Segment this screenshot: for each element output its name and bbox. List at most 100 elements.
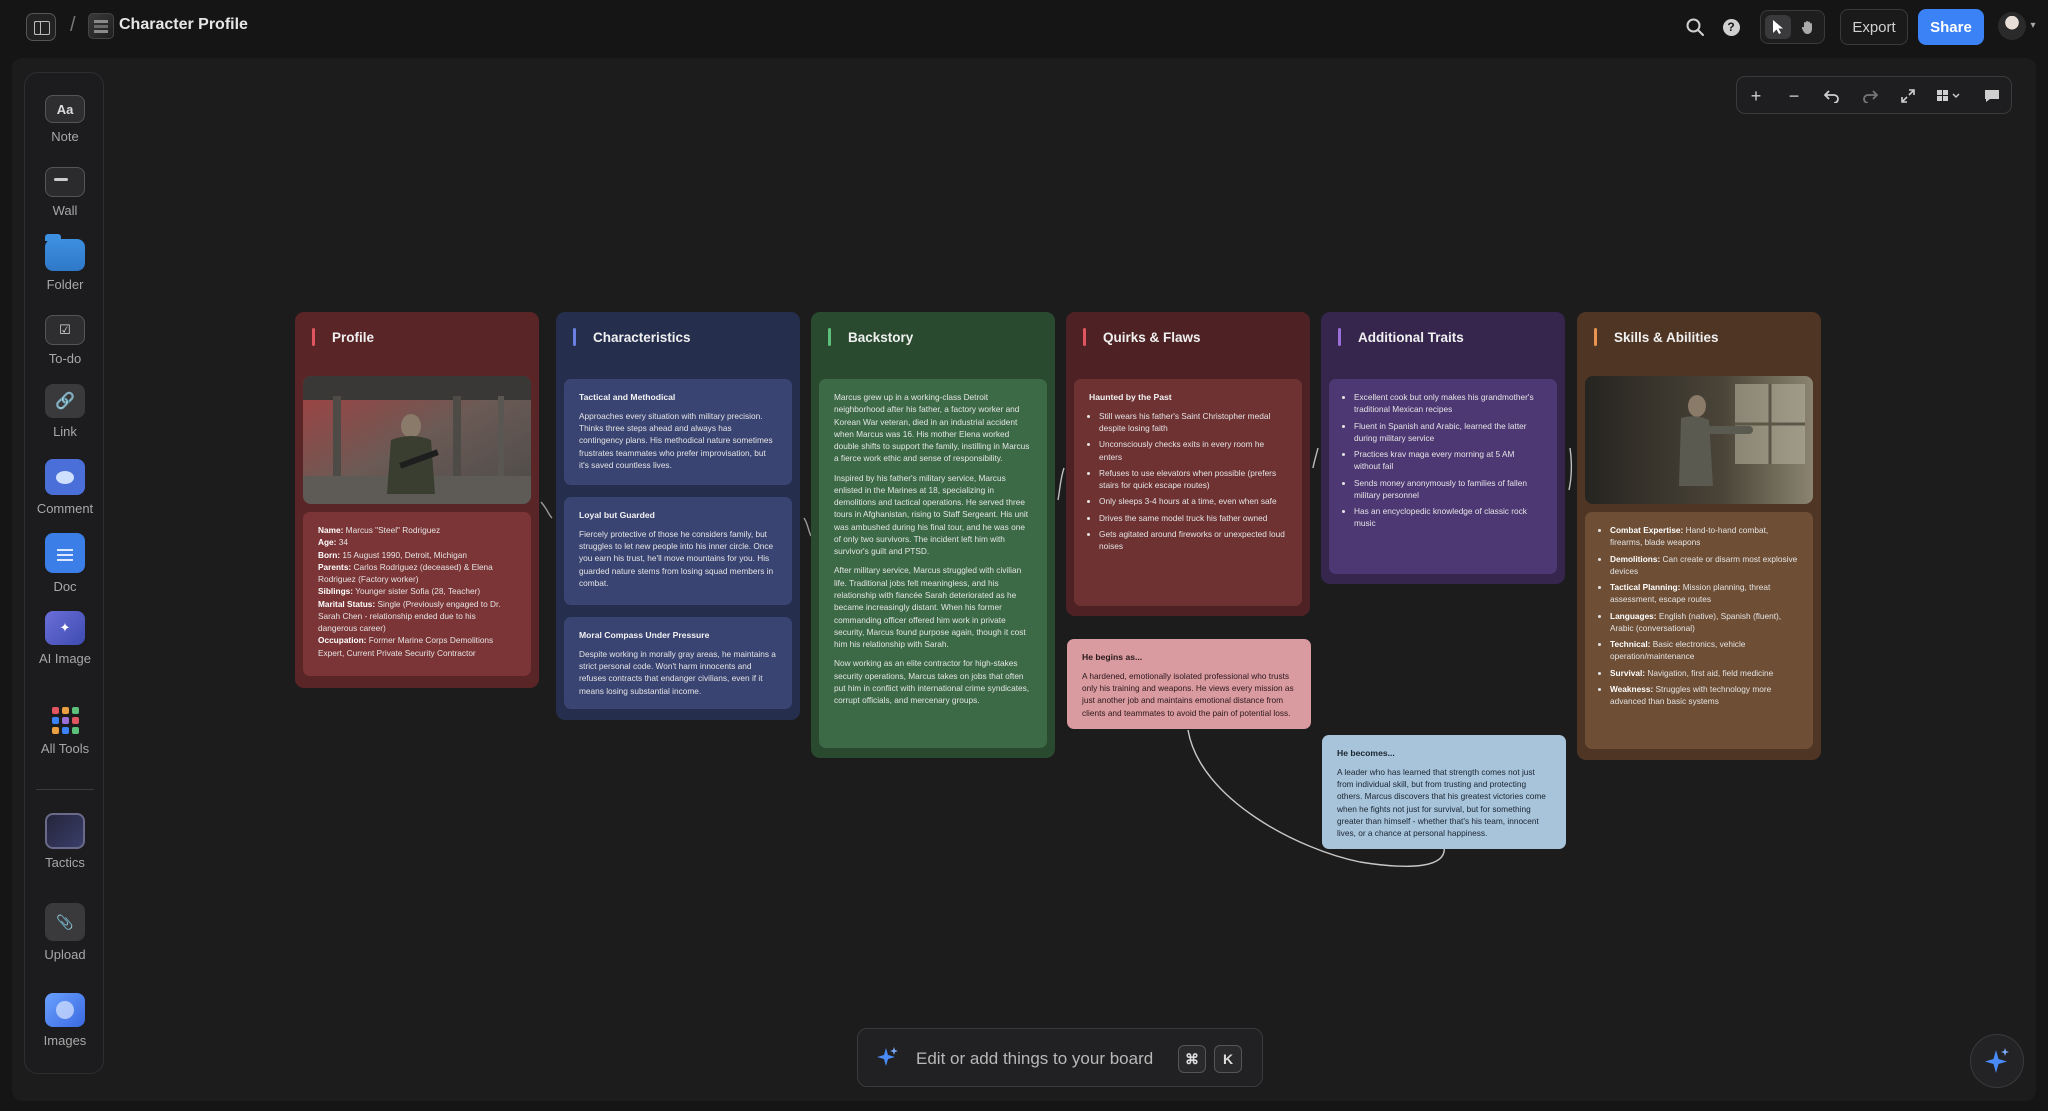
column-header: Profile (295, 322, 539, 352)
folder-icon (45, 234, 85, 271)
skills-abilities-column[interactable]: Skills & Abilities Combat Expertise: Han… (1577, 312, 1821, 760)
k-key: K (1214, 1045, 1242, 1073)
backstory-card[interactable]: Marcus grew up in a working-class Detroi… (819, 379, 1047, 748)
list-item: Sends money anonymously to families of f… (1354, 477, 1542, 502)
share-button[interactable]: Share (1918, 9, 1984, 45)
profile-column[interactable]: Profile Name: Marcus "Steel" Rodriguez Ag… (295, 312, 539, 688)
skill-item: Demolitions: Can create or disarm most e… (1610, 553, 1798, 578)
tool-label: Link (53, 424, 77, 439)
upload-icon: 📎 (45, 903, 85, 941)
list-item: Still wears his father's Saint Christoph… (1099, 410, 1287, 435)
undo-icon[interactable] (1813, 77, 1851, 115)
sidebar-toggle-icon[interactable] (26, 13, 56, 41)
tool-tactics[interactable]: Tactics (25, 813, 105, 870)
avatar[interactable] (1998, 12, 2026, 40)
quirks-flaws-column[interactable]: Quirks & Flaws Haunted by the Past Still… (1066, 312, 1310, 616)
column-header: Quirks & Flaws (1066, 322, 1310, 352)
paragraph: After military service, Marcus struggled… (834, 565, 1026, 650)
tool-upload[interactable]: 📎 Upload (25, 903, 105, 962)
tool-note[interactable]: Aa Note (25, 95, 105, 144)
board-thumbnail-icon[interactable] (88, 13, 114, 39)
becomes-card[interactable]: He becomes... A leader who has learned t… (1322, 735, 1566, 849)
tool-label: Note (51, 129, 79, 144)
skill-label: Combat Expertise: (1610, 525, 1684, 535)
zoom-out-icon[interactable]: − (1775, 77, 1813, 115)
comments-icon[interactable] (1973, 77, 2011, 115)
characteristics-column[interactable]: Characteristics Tactical and Methodical … (556, 312, 800, 720)
tool-link[interactable]: 🔗 Link (25, 384, 105, 439)
accent-bar (573, 328, 576, 346)
skill-label: Tactical Planning: (1610, 582, 1681, 593)
tool-all-tools[interactable]: All Tools (25, 705, 105, 756)
card-title: He becomes... (1337, 748, 1395, 758)
additional-traits-column[interactable]: Additional Traits Excellent cook but onl… (1321, 312, 1565, 584)
ai-prompt-bar[interactable]: Edit or add things to your board ⌘ K (857, 1028, 1263, 1087)
field-label: Age: (318, 537, 337, 548)
skill-value: Navigation, first aid, field medicine (1645, 667, 1774, 678)
fullscreen-icon[interactable] (1889, 77, 1927, 115)
tool-label: Doc (53, 579, 77, 594)
pointer-icon[interactable] (1765, 15, 1791, 39)
top-bar: / Character Profile ? Export Share ▾ (0, 0, 2048, 54)
skills-photo[interactable] (1585, 376, 1813, 504)
sparkle-icon (874, 1045, 900, 1071)
doc-icon (45, 533, 85, 573)
canvas-controls: + − (1736, 76, 2012, 114)
hand-icon[interactable] (1795, 15, 1821, 39)
backstory-column[interactable]: Backstory Marcus grew up in a working-cl… (811, 312, 1055, 758)
card-title: Tactical and Methodical (579, 392, 676, 402)
traits-card[interactable]: Excellent cook but only makes his grandm… (1329, 379, 1557, 574)
list-item: Only sleeps 3-4 hours at a time, even wh… (1099, 495, 1287, 507)
tool-label: Folder (46, 277, 84, 292)
search-icon[interactable] (1682, 14, 1708, 40)
tool-label: Upload (44, 947, 86, 962)
tool-label: All Tools (40, 741, 90, 756)
profile-details-card[interactable]: Name: Marcus "Steel" Rodriguez Age: 34 Bor… (303, 512, 531, 676)
characteristic-card[interactable]: Tactical and Methodical Approaches every… (564, 379, 792, 485)
card-title: Moral Compass Under Pressure (579, 630, 710, 640)
redo-icon[interactable] (1851, 77, 1889, 115)
quirks-card[interactable]: Haunted by the Past Still wears his fath… (1074, 379, 1302, 606)
chevron-down-icon[interactable]: ▾ (2026, 18, 2040, 32)
tool-ai-image[interactable]: ✦ AI Image (25, 611, 105, 666)
profile-field: Siblings: Younger sister Sofia (28, Teac… (318, 585, 516, 597)
accent-bar (1083, 328, 1086, 346)
tool-rail: Aa Note Wall Folder ☑ To-do 🔗 Link Comme… (24, 72, 104, 1074)
field-value: Marcus "Steel" Rodriguez (343, 525, 441, 535)
note-icon: Aa (45, 95, 85, 123)
card-text: Despite working in morally gray areas, h… (579, 648, 776, 696)
prompt-placeholder: Edit or add things to your board (916, 1049, 1154, 1068)
skill-item: Technical: Basic electronics, vehicle op… (1610, 638, 1798, 663)
accent-bar (1594, 328, 1597, 346)
tool-images[interactable]: Images (25, 993, 105, 1048)
column-title: Characteristics (593, 329, 691, 345)
wall-icon (45, 167, 85, 197)
profile-field: Born: 15 August 1990, Detroit, Michigan (318, 549, 516, 561)
board-title[interactable]: Character Profile (119, 16, 248, 34)
characteristic-card[interactable]: Moral Compass Under Pressure Despite wor… (564, 617, 792, 709)
tool-todo[interactable]: ☑ To-do (25, 315, 105, 366)
profile-photo[interactable] (303, 376, 531, 504)
card-title: Loyal but Guarded (579, 510, 655, 520)
characteristic-card[interactable]: Loyal but Guarded Fiercely protective of… (564, 497, 792, 605)
tool-doc[interactable]: Doc (25, 533, 105, 594)
export-button[interactable]: Export (1840, 9, 1908, 45)
tool-comment[interactable]: Comment (25, 459, 105, 516)
help-icon[interactable]: ? (1718, 14, 1744, 40)
skills-card[interactable]: Combat Expertise: Hand-to-hand combat, f… (1585, 512, 1813, 749)
comment-icon (45, 459, 85, 495)
zoom-in-icon[interactable]: + (1737, 77, 1775, 115)
interaction-mode-toggle (1760, 10, 1825, 44)
ai-assistant-button[interactable] (1970, 1034, 2024, 1088)
tool-wall[interactable]: Wall (25, 167, 105, 218)
command-key: ⌘ (1178, 1045, 1206, 1073)
tactics-icon (45, 813, 85, 849)
paragraph: Now working as an elite contractor for h… (834, 658, 1030, 706)
card-title: He begins as... (1082, 652, 1143, 662)
skill-item: Languages: English (native), Spanish (fl… (1610, 610, 1798, 635)
tool-folder[interactable]: Folder (25, 234, 105, 292)
begins-as-card[interactable]: He begins as... A hardened, emotionally … (1067, 639, 1311, 729)
layout-grid-icon[interactable] (1927, 77, 1971, 115)
column-title: Additional Traits (1358, 329, 1464, 345)
skill-label: Weakness: (1610, 683, 1654, 694)
